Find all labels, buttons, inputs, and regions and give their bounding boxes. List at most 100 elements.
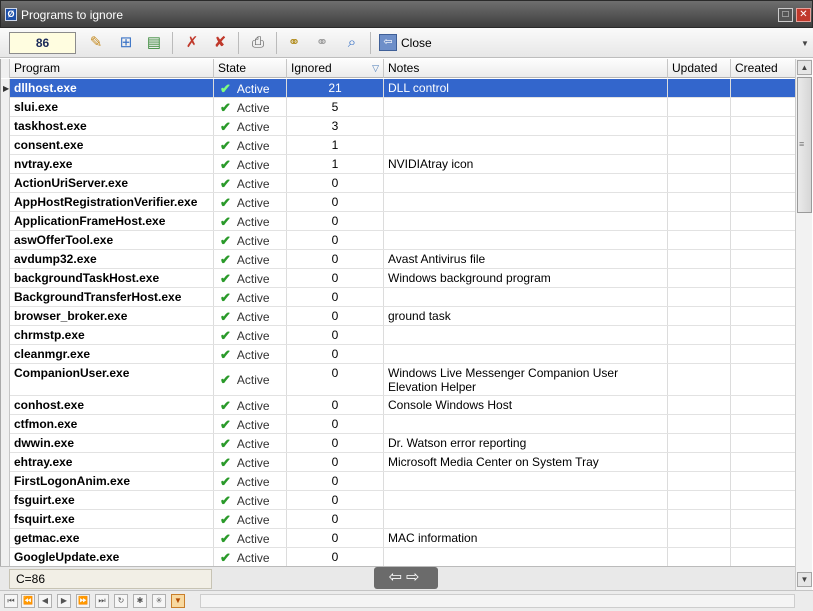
table-row[interactable]: consent.exe ✔ Active 1 <box>1 136 795 155</box>
row-indicator[interactable] <box>1 155 10 174</box>
ignored-count-cell: 0 <box>287 326 384 344</box>
table-row[interactable]: cleanmgr.exe ✔ Active 0 <box>1 345 795 364</box>
notes-cell <box>384 326 668 344</box>
column-header-notes[interactable]: Notes <box>384 59 668 78</box>
row-indicator[interactable] <box>1 136 10 155</box>
table-row[interactable]: taskhost.exe ✔ Active 3 <box>1 117 795 136</box>
add-icon[interactable]: ⊞ <box>116 34 136 52</box>
folder-icon[interactable]: ▤ <box>144 34 164 52</box>
program-name-cell: aswOfferTool.exe <box>10 231 214 249</box>
row-indicator[interactable]: ▶ <box>1 79 10 98</box>
row-indicator[interactable] <box>1 117 10 136</box>
grid-footer: C=86 ⇦⇨ <box>0 566 795 590</box>
table-row[interactable]: conhost.exe ✔ Active 0 Console Windows Host <box>1 396 795 415</box>
table-row[interactable]: ctfmon.exe ✔ Active 0 <box>1 415 795 434</box>
row-indicator[interactable] <box>1 453 10 472</box>
maximize-button[interactable]: □ <box>778 8 793 22</box>
table-row[interactable]: ApplicationFrameHost.exe ✔ Active 0 <box>1 212 795 231</box>
row-indicator[interactable] <box>1 510 10 529</box>
link-icon[interactable]: ⚭ <box>284 34 304 52</box>
table-row[interactable]: CompanionUser.exe ✔ Active 0 Windows Live Me… <box>1 364 795 396</box>
table-row[interactable]: AppHostRegistrationVerifier.exe ✔ Active 0 <box>1 193 795 212</box>
ignored-count-cell: 0 <box>287 510 384 528</box>
table-row[interactable]: fsguirt.exe ✔ Active 0 <box>1 491 795 510</box>
first-page-icon[interactable]: ⏮ <box>4 594 18 608</box>
table-row[interactable]: avdump32.exe ✔ Active 0 Avast Antivirus file <box>1 250 795 269</box>
row-indicator[interactable] <box>1 174 10 193</box>
window-close-button[interactable]: ✕ <box>796 8 811 22</box>
search-icon[interactable]: ⌕ <box>342 34 362 52</box>
table-row[interactable]: chrmstp.exe ✔ Active 0 <box>1 326 795 345</box>
row-indicator[interactable] <box>1 415 10 434</box>
table-row[interactable]: aswOfferTool.exe ✔ Active 0 <box>1 231 795 250</box>
row-indicator[interactable] <box>1 364 10 396</box>
close-button[interactable]: ⇦ Close <box>377 33 432 53</box>
scroll-up-icon[interactable]: ▲ <box>797 60 812 75</box>
row-indicator[interactable] <box>1 396 10 415</box>
column-header-program[interactable]: Program <box>10 59 214 78</box>
last-page-icon[interactable]: ⏭ <box>95 594 109 608</box>
ignored-count-cell: 0 <box>287 345 384 363</box>
row-indicator[interactable] <box>1 212 10 231</box>
ignored-count-cell: 0 <box>287 396 384 414</box>
table-row[interactable]: dwwin.exe ✔ Active 0 Dr. Watson error report… <box>1 434 795 453</box>
title-bar: Ø Programs to ignore □ ✕ <box>0 0 813 28</box>
scroll-down-icon[interactable]: ▼ <box>797 572 812 587</box>
next-page-icon[interactable]: ⏩ <box>76 594 90 608</box>
toolbar-options-icon[interactable]: ▼ <box>801 39 809 48</box>
row-indicator[interactable] <box>1 269 10 288</box>
row-indicator[interactable] <box>1 472 10 491</box>
table-row[interactable]: browser_broker.exe ✔ Active 0 ground task <box>1 307 795 326</box>
notes-cell: MAC information <box>384 529 668 547</box>
link-disabled-icon[interactable]: ⚭ <box>312 34 332 52</box>
bookmark-icon[interactable]: ✱ <box>133 594 147 608</box>
table-row[interactable]: backgroundTaskHost.exe ✔ Active 0 Windows ba… <box>1 269 795 288</box>
row-indicator[interactable] <box>1 491 10 510</box>
row-indicator[interactable] <box>1 548 10 566</box>
column-header-updated[interactable]: Updated <box>668 59 731 78</box>
row-indicator[interactable] <box>1 288 10 307</box>
horizontal-scrollbar[interactable] <box>200 594 795 608</box>
edit-icon[interactable]: ✎ <box>86 34 106 52</box>
table-row[interactable]: BackgroundTransferHost.exe ✔ Active 0 <box>1 288 795 307</box>
row-indicator[interactable] <box>1 231 10 250</box>
delete-icon[interactable]: ✗ <box>182 34 202 52</box>
table-row[interactable]: GoogleUpdate.exe ✔ Active 0 <box>1 548 795 566</box>
row-indicator[interactable] <box>1 434 10 453</box>
row-indicator[interactable] <box>1 326 10 345</box>
notes-cell: NVIDIAtray icon <box>384 155 668 173</box>
delete-all-icon[interactable]: ✘ <box>210 34 230 52</box>
prev-next-arrows-icon[interactable]: ⇦⇨ <box>374 567 438 589</box>
table-row[interactable]: getmac.exe ✔ Active 0 MAC information <box>1 529 795 548</box>
next-record-icon[interactable]: ▶ <box>57 594 71 608</box>
row-indicator[interactable] <box>1 345 10 364</box>
row-indicator[interactable] <box>1 98 10 117</box>
active-check-icon: ✔ <box>220 398 231 413</box>
program-name-cell: ApplicationFrameHost.exe <box>10 212 214 230</box>
state-cell: ✔ Active <box>214 396 287 414</box>
vertical-scrollbar[interactable]: ▲ ≡ ▼ <box>795 59 812 590</box>
table-row[interactable]: FirstLogonAnim.exe ✔ Active 0 <box>1 472 795 491</box>
notes-cell <box>384 345 668 363</box>
table-row[interactable]: slui.exe ✔ Active 5 <box>1 98 795 117</box>
refresh-icon[interactable]: ↻ <box>114 594 128 608</box>
prev-record-icon[interactable]: ◀ <box>38 594 52 608</box>
prev-page-icon[interactable]: ⏪ <box>21 594 35 608</box>
row-indicator[interactable] <box>1 250 10 269</box>
filter-icon[interactable]: ▼ <box>171 594 185 608</box>
goto-bookmark-icon[interactable]: ✳ <box>152 594 166 608</box>
column-header-state[interactable]: State <box>214 59 287 78</box>
row-indicator[interactable] <box>1 307 10 326</box>
created-cell <box>731 434 795 452</box>
row-indicator[interactable] <box>1 529 10 548</box>
table-row[interactable]: nvtray.exe ✔ Active 1 NVIDIAtray icon <box>1 155 795 174</box>
ignored-count-cell: 0 <box>287 250 384 268</box>
column-header-ignored[interactable]: Ignored ▽ <box>287 59 384 78</box>
table-row[interactable]: ActionUriServer.exe ✔ Active 0 <box>1 174 795 193</box>
table-row[interactable]: ehtray.exe ✔ Active 0 Microsoft Media Center… <box>1 453 795 472</box>
table-row[interactable]: fsquirt.exe ✔ Active 0 <box>1 510 795 529</box>
row-indicator[interactable] <box>1 193 10 212</box>
table-row[interactable]: ▶ dllhost.exe ✔ Active 21 DLL control <box>1 79 795 98</box>
column-header-created[interactable]: Created <box>731 59 795 78</box>
print-icon[interactable]: ⎙ <box>248 34 268 52</box>
